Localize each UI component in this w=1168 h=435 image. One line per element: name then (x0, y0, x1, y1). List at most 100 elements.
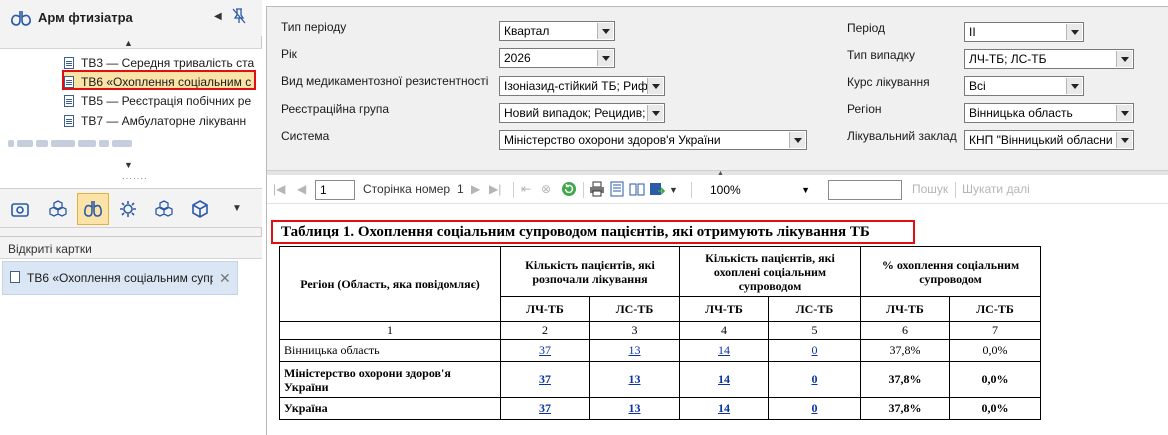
prev-page-icon[interactable]: ◀ (297, 182, 306, 196)
column-number: 7 (949, 321, 1041, 340)
collapse-panel-icon[interactable]: ◀ (214, 11, 222, 22)
module-button-cube[interactable] (184, 193, 216, 225)
region-cell: Україна (279, 397, 501, 420)
module-button-boxes[interactable] (42, 193, 74, 225)
back-icon[interactable]: ⇤ (521, 182, 531, 196)
period-type-select[interactable]: Квартал (499, 21, 615, 41)
print-icon[interactable] (589, 181, 605, 197)
case-type-select[interactable]: ЛЧ-ТБ; ЛС-ТБ (964, 49, 1134, 69)
column-number: 1 (279, 321, 501, 340)
export-dropdown-icon[interactable]: ▼ (669, 185, 678, 195)
facility-select[interactable]: КНП "Вінницький обласни (964, 130, 1134, 150)
period-select[interactable]: II (964, 22, 1084, 42)
lungs-icon (11, 11, 31, 26)
started-treatment-header: Кількість пацієнтів, які розпочали лікув… (500, 246, 680, 297)
value-link[interactable]: 0 (812, 372, 818, 386)
module-button-boxes-2[interactable] (148, 193, 180, 225)
module-toolbar: ▼ (0, 188, 262, 228)
value-link[interactable]: 13 (629, 343, 641, 357)
page-setup-icon[interactable] (629, 181, 645, 197)
toolbar-separator (583, 182, 584, 198)
zoom-select[interactable]: 100% ▼ (705, 180, 815, 200)
reg-group-select[interactable]: Новий випадок; Рецидив; Х (499, 103, 665, 123)
treatment-select[interactable]: Всі (964, 76, 1084, 96)
chevron-down-icon (1116, 132, 1132, 148)
page-layout-icon[interactable] (609, 181, 625, 197)
region-select[interactable]: Вінницька область (964, 103, 1134, 123)
region-label: Регіон (847, 102, 882, 116)
more-modules-icon[interactable]: ▼ (232, 203, 242, 214)
filter-panel: Тип періоду Квартал Рік 2026 Вид медикам… (267, 7, 1168, 170)
pin-icon[interactable] (232, 8, 246, 24)
search-input[interactable] (828, 180, 902, 200)
search-button[interactable]: Пошук (912, 182, 948, 196)
stop-icon[interactable]: ⊗ (541, 182, 551, 196)
toolbar-separator (691, 182, 692, 198)
next-page-icon[interactable]: ▶ (471, 182, 480, 196)
reg-group-label: Реєстраційна група (281, 102, 390, 116)
open-cards-header: Відкриті картки (0, 237, 262, 259)
zoom-value: 100% (710, 183, 741, 197)
document-icon (64, 115, 74, 127)
find-next-button[interactable]: Шукати далі (962, 182, 1030, 196)
value-link[interactable]: 14 (718, 372, 730, 386)
case-type-label: Тип випадку (847, 48, 915, 62)
region-cell: Міністерство охорони здоров'я України (279, 361, 501, 398)
chevron-down-icon (1116, 51, 1132, 67)
value-link[interactable]: 13 (629, 401, 641, 415)
year-select[interactable]: 2026 (499, 48, 615, 68)
lch-header: ЛЧ-ТБ (500, 296, 590, 322)
value-link[interactable]: 37 (539, 343, 551, 357)
percent-cell: 37,8% (860, 397, 950, 420)
lungs-icon (84, 201, 102, 217)
region-cell: Вінницька область (279, 339, 501, 362)
value-link[interactable]: 0 (812, 343, 818, 357)
tree-item-label: ТВ5 — Реєстрація побічних ре (81, 94, 252, 108)
lch-header: ЛЧ-ТБ (860, 296, 950, 322)
value-link[interactable]: 37 (539, 372, 551, 386)
tree-item-label: ТВ6 «Охоплення соціальним с (81, 75, 252, 89)
cube-icon (192, 200, 208, 218)
splitter-grip[interactable]: ······· (122, 174, 148, 183)
module-button-lungs[interactable] (77, 193, 109, 225)
treatment-value: Всі (969, 79, 986, 93)
first-page-icon[interactable]: |◀ (273, 182, 285, 196)
toolbar-separator (955, 182, 956, 198)
chevron-down-icon (647, 78, 663, 94)
scroll-down-icon[interactable]: ▼ (124, 160, 133, 170)
report-table: Регіон (Область, яка повідомляє) Кількіс… (279, 246, 1041, 420)
scroll-up-icon[interactable]: ▲ (124, 38, 133, 48)
tree-item-tv7[interactable]: ТВ7 — Амбулаторне лікуванн (64, 111, 260, 131)
tree-item-tv6[interactable]: ТВ6 «Охоплення соціальним с (62, 70, 256, 90)
value-link[interactable]: 13 (629, 372, 641, 386)
value-link[interactable]: 37 (539, 401, 551, 415)
treatment-label: Курс лікування (847, 75, 930, 89)
filter-splitter[interactable]: ▲ (267, 170, 1168, 177)
virus-icon (120, 201, 136, 217)
chevron-down-icon (1116, 105, 1132, 121)
value-link[interactable]: 14 (718, 343, 730, 357)
app-title: Арм фтизіатра (38, 10, 133, 25)
table-row: Міністерство охорони здоров'я України 37… (279, 361, 1041, 398)
refresh-icon[interactable] (561, 181, 577, 197)
page-number-input[interactable]: 1 (315, 180, 355, 200)
tree-item-label: ТВ7 — Амбулаторне лікуванн (81, 114, 247, 128)
ls-header: ЛС-ТБ (949, 296, 1041, 322)
resistance-value: Ізоніазид-стійкий ТБ; Рифа (504, 79, 655, 93)
module-button-camera[interactable] (4, 193, 36, 225)
last-page-icon[interactable]: ▶| (489, 182, 501, 196)
open-card-label: ТВ6 «Охоплення соціальним супр (27, 271, 213, 285)
module-button-virus[interactable] (112, 193, 144, 225)
value-link[interactable]: 0 (812, 401, 818, 415)
export-icon[interactable] (649, 181, 665, 197)
resistance-select[interactable]: Ізоніазид-стійкий ТБ; Рифа (499, 76, 665, 96)
chevron-down-icon: ▼ (801, 185, 810, 195)
tree-item-tv5[interactable]: ТВ5 — Реєстрація побічних ре (64, 91, 260, 111)
system-select[interactable]: Міністерство охорони здоров'я України (499, 130, 807, 150)
open-card-item[interactable]: ТВ6 «Охоплення соціальним супр ✕ (2, 261, 238, 295)
chevron-down-icon (1066, 78, 1082, 94)
document-icon (64, 76, 74, 88)
value-link[interactable]: 14 (718, 401, 730, 415)
social-support-header: Кількість пацієнтів, які охоплені соціал… (679, 246, 861, 297)
close-icon[interactable]: ✕ (219, 270, 231, 287)
